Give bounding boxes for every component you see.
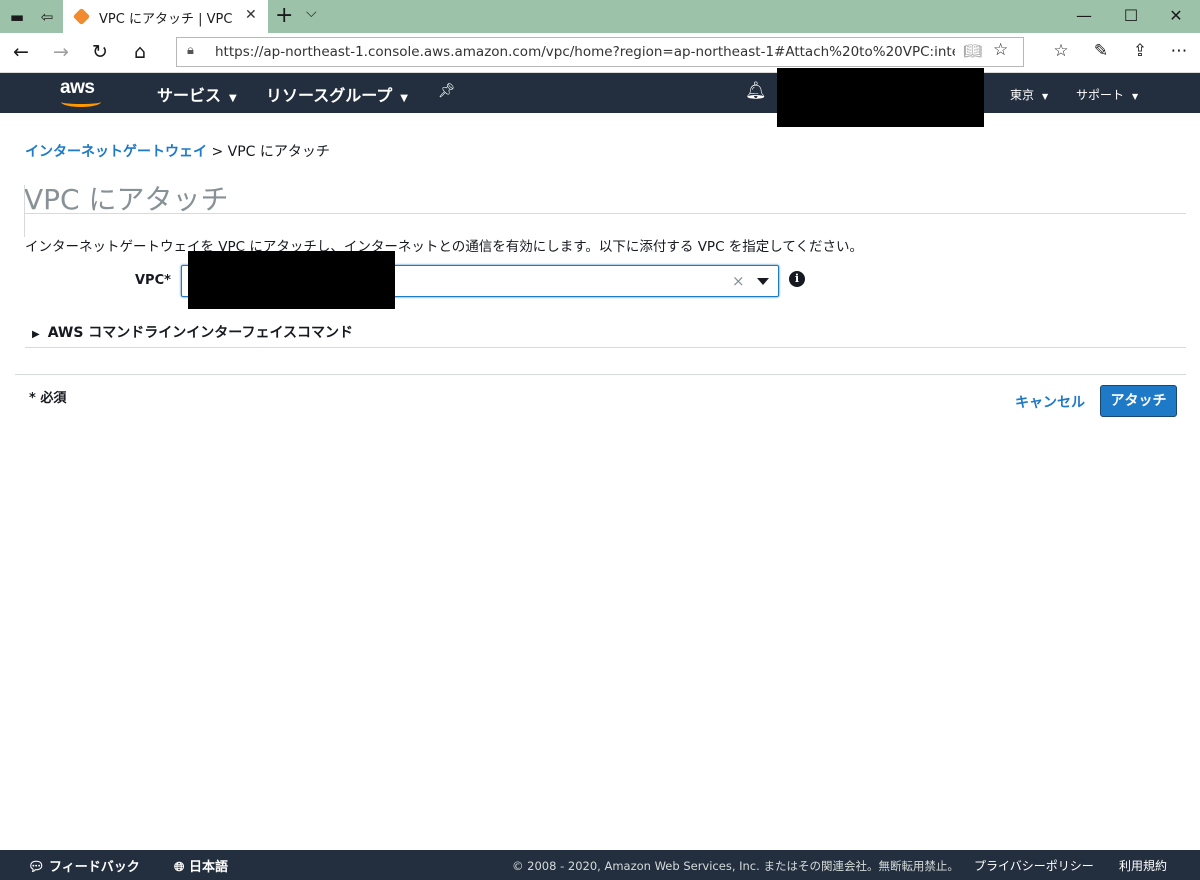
window-close-icon[interactable]: ✕ <box>1164 6 1188 25</box>
favorite-star-icon[interactable]: ☆ <box>993 40 1008 60</box>
page-title: VPC にアタッチ <box>24 183 229 216</box>
aws-logo[interactable]: aws <box>60 77 104 109</box>
resource-groups-menu[interactable]: リソースグループ ▼ <box>266 82 408 106</box>
dropdown-arrow-icon[interactable] <box>757 278 769 285</box>
aws-logo-text: aws <box>60 77 95 98</box>
lock-icon: 🔒︎ <box>187 43 194 58</box>
chevron-down-icon: ▼ <box>1132 92 1139 101</box>
language-selector[interactable]: 🌐︎ 日本語 <box>174 856 228 875</box>
breadcrumb-internet-gateways-link[interactable]: インターネットゲートウェイ <box>25 144 207 160</box>
chevron-down-icon: ▼ <box>400 93 408 104</box>
support-menu[interactable]: サポート ▼ <box>1076 86 1138 103</box>
breadcrumb-separator: > <box>211 144 224 160</box>
required-note: * 必須 <box>29 391 67 406</box>
feedback-button[interactable]: 💬︎ フィードバック <box>28 856 140 875</box>
reading-view-icon[interactable]: 📖︎ <box>963 42 982 60</box>
breadcrumb: インターネットゲートウェイ > VPC にアタッチ <box>25 141 330 161</box>
browser-tab-active[interactable]: VPC にアタッチ | VPC Mar ✕ <box>63 0 268 33</box>
redacted-account-block <box>777 68 984 127</box>
speech-bubble-icon: 💬︎ <box>28 860 45 875</box>
region-label: 東京 <box>1010 88 1035 102</box>
globe-icon: 🌐︎ <box>174 860 185 875</box>
tab-title: VPC にアタッチ | VPC Mar <box>99 12 237 27</box>
url-text: https://ap-northeast-1.console.aws.amazo… <box>215 44 955 60</box>
bell-icon[interactable]: 🔔︎ <box>745 81 767 101</box>
page-description: インターネットゲートウェイを VPC にアタッチし、インターネットとの通信を有効… <box>25 239 863 255</box>
browser-tab-bar: ▬ ⇦ VPC にアタッチ | VPC Mar ✕ + ⌵ — ☐ ✕ <box>0 0 1200 33</box>
tab-list-chevron-icon[interactable]: ⌵ <box>306 5 317 21</box>
tab-restore-icon[interactable]: ⇦ <box>36 6 58 28</box>
copyright-text: © 2008 - 2020, Amazon Web Services, Inc.… <box>512 859 959 873</box>
more-menu-icon[interactable]: ⋯ <box>1166 41 1192 61</box>
aws-console-footer: 💬︎ フィードバック 🌐︎ 日本語 © 2008 - 2020, Amazon … <box>0 850 1200 880</box>
privacy-policy-link[interactable]: プライバシーポリシー <box>974 857 1094 874</box>
maximize-icon[interactable]: ☐ <box>1119 6 1143 25</box>
vpc-field-label: VPC* <box>135 273 171 288</box>
aws-console-header: aws サービス ▼ リソースグループ ▼ 📌︎ 🔔︎ 東京 ▼ サポート ▼ <box>0 73 1200 113</box>
services-menu[interactable]: サービス ▼ <box>157 82 237 106</box>
region-menu[interactable]: 東京 ▼ <box>1010 86 1048 103</box>
title-divider-vertical <box>24 185 25 237</box>
redacted-vpc-value <box>188 251 395 309</box>
terms-of-use-link[interactable]: 利用規約 <box>1119 857 1167 874</box>
back-icon[interactable]: ← <box>8 41 34 63</box>
form-footer-divider <box>15 374 1186 375</box>
info-icon[interactable]: i <box>789 271 805 287</box>
clear-selection-icon[interactable]: × <box>732 272 745 290</box>
breadcrumb-current: VPC にアタッチ <box>227 144 330 160</box>
home-icon[interactable]: ⌂ <box>127 41 153 63</box>
support-label: サポート <box>1076 88 1125 102</box>
minimize-icon[interactable]: — <box>1072 6 1096 25</box>
refresh-icon[interactable]: ↻ <box>87 41 113 63</box>
chevron-down-icon: ▼ <box>229 93 237 104</box>
cli-commands-toggle[interactable]: ▶ AWS コマンドラインインターフェイスコマンド <box>32 322 353 342</box>
cli-commands-label: AWS コマンドラインインターフェイスコマンド <box>47 325 354 341</box>
resource-groups-label: リソースグループ <box>266 86 393 105</box>
tab-close-icon[interactable]: ✕ <box>245 7 257 23</box>
aws-favicon-icon <box>72 7 91 26</box>
pin-icon[interactable]: 📌︎ <box>438 83 456 99</box>
tab-set-aside-icon[interactable]: ▬ <box>6 6 28 28</box>
favorites-list-icon[interactable]: ☆ <box>1048 41 1074 61</box>
attach-button[interactable]: アタッチ <box>1100 385 1177 417</box>
browser-address-bar: ← → ↻ ⌂ 🔒︎ https://ap-northeast-1.consol… <box>0 33 1200 73</box>
cancel-button[interactable]: キャンセル <box>1015 392 1085 412</box>
url-input[interactable]: 🔒︎ https://ap-northeast-1.console.aws.am… <box>176 37 1024 67</box>
caret-right-icon: ▶ <box>32 329 40 340</box>
language-label: 日本語 <box>188 860 228 875</box>
new-tab-icon[interactable]: + <box>275 3 293 28</box>
cli-divider <box>25 347 1186 348</box>
chevron-down-icon: ▼ <box>1042 92 1049 101</box>
pen-notes-icon[interactable]: ✎ <box>1088 41 1114 61</box>
aws-smile-icon <box>61 97 101 107</box>
services-label: サービス <box>157 86 222 105</box>
forward-icon: → <box>53 41 69 63</box>
title-divider <box>24 213 1186 214</box>
share-icon[interactable]: ⇪ <box>1127 41 1153 61</box>
feedback-label: フィードバック <box>49 860 140 875</box>
